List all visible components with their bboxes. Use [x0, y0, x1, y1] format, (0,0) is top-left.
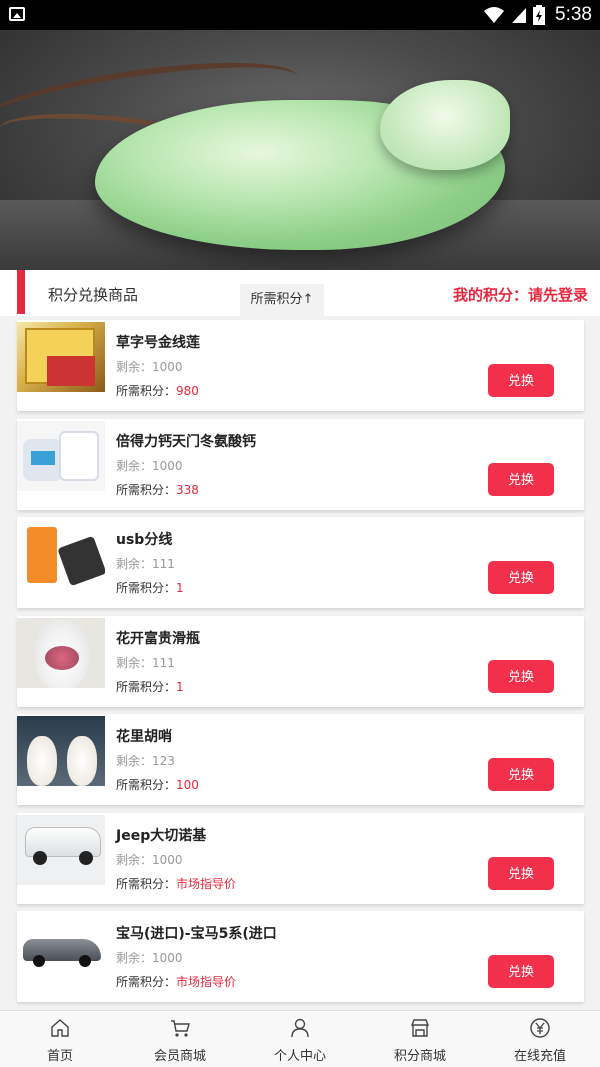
product-thumbnail [17, 913, 105, 983]
product-name: 倍得力钙天门冬氨酸钙 [116, 433, 256, 450]
tab-label: 首页 [46, 1049, 73, 1064]
user-icon [291, 1018, 309, 1038]
redeem-button[interactable]: 兑换 [488, 659, 554, 693]
product-name: 草字号金线莲 [116, 335, 200, 351]
yuan-icon [530, 1018, 550, 1038]
bottom-tab-bar: 首页 会员商城 个人中心 积分商城 在线充值 [0, 1010, 600, 1067]
product-remaining: 剩余：1000 [116, 852, 183, 867]
clock: 5:38 [555, 4, 592, 25]
product-points: 所需积分：338 [116, 482, 199, 497]
system-indicators: 5:38 [483, 0, 592, 30]
list-item[interactable]: 花开富贵滑瓶 剩余：111 所需积分：1 兑换 [17, 615, 584, 707]
tab-label: 积分商城 [393, 1049, 446, 1064]
product-points: 所需积分：1 [116, 581, 184, 595]
product-remaining: 剩余：1000 [116, 951, 183, 965]
list-item[interactable]: 宝马(进口)-宝马5系(进口 剩余：1000 所需积分：市场指导价 兑换 [17, 911, 584, 1002]
tab-label: 在线充值 [513, 1049, 566, 1064]
product-name: usb分线 [116, 532, 173, 548]
tab-label: 会员商城 [153, 1049, 206, 1064]
product-thumbnail [17, 617, 105, 688]
section-title: 积分兑换商品 [48, 286, 139, 304]
redeem-button[interactable]: 兑换 [488, 364, 554, 397]
list-item[interactable]: 草字号金线莲 剩余：1000 所需积分：980 兑换 [17, 320, 584, 411]
list-item[interactable]: 倍得力钙天门冬氨酸钙 剩余：1000 所需积分：338 兑换 [17, 418, 584, 510]
redeem-button[interactable]: 兑换 [488, 758, 554, 791]
tab-label: 个人中心 [273, 1049, 326, 1064]
list-item[interactable]: 花里胡哨 剩余：123 所需积分：100 兑换 [17, 714, 584, 805]
product-remaining: 剩余：111 [116, 655, 175, 670]
banner-image[interactable] [0, 30, 600, 270]
tab-points-mall[interactable]: 积分商城 [360, 1011, 480, 1067]
product-points: 所需积分：市场指导价 [116, 975, 237, 989]
my-points-login-link[interactable]: 我的积分：请先登录 [453, 284, 588, 305]
product-thumbnail [17, 322, 105, 392]
product-points: 所需积分：980 [116, 384, 199, 398]
redeem-button[interactable]: 兑换 [488, 955, 554, 988]
product-thumbnail [17, 420, 105, 491]
product-name: 宝马(进口)-宝马5系(进口 [116, 926, 277, 942]
store-icon [410, 1019, 430, 1037]
tab-home[interactable]: 首页 [0, 1011, 120, 1067]
product-remaining: 剩余：111 [116, 557, 175, 571]
home-icon [51, 1019, 69, 1037]
product-list: 草字号金线莲 剩余：1000 所需积分：980 兑换 倍得力钙天门冬氨酸钙 剩余… [17, 320, 584, 1010]
sort-by-points-button[interactable]: 所需积分↑ [240, 284, 324, 316]
wifi-icon [484, 7, 505, 23]
list-item[interactable]: Jeep大切诺基 剩余：1000 所需积分：市场指导价 兑换 [17, 812, 584, 904]
accent-bar [17, 270, 25, 314]
product-points: 所需积分：100 [116, 778, 199, 792]
product-remaining: 剩余：1000 [116, 458, 183, 473]
list-item[interactable]: usb分线 剩余：111 所需积分：1 兑换 [17, 517, 584, 608]
redeem-button[interactable]: 兑换 [488, 561, 554, 594]
section-header: 积分兑换商品 所需积分↑ 我的积分：请先登录 [0, 270, 600, 316]
redeem-button[interactable]: 兑换 [488, 462, 554, 496]
tab-member-mall[interactable]: 会员商城 [120, 1011, 240, 1067]
status-bar: 5:38 [0, 0, 600, 30]
product-points: 所需积分：1 [116, 679, 184, 694]
cart-icon [171, 1020, 190, 1037]
battery-icon [533, 5, 546, 25]
product-name: 花里胡哨 [116, 729, 172, 745]
product-thumbnail [17, 716, 105, 786]
product-thumbnail [17, 814, 105, 885]
product-remaining: 剩余：123 [116, 754, 175, 768]
tab-personal-center[interactable]: 个人中心 [240, 1011, 360, 1067]
product-points: 所需积分：市场指导价 [116, 876, 237, 891]
tab-online-recharge[interactable]: 在线充值 [480, 1011, 600, 1067]
product-name: 花开富贵滑瓶 [116, 630, 200, 647]
product-name: Jeep大切诺基 [116, 827, 207, 844]
redeem-button[interactable]: 兑换 [488, 856, 554, 890]
signal-icon [512, 8, 527, 23]
image-notification-icon [9, 7, 25, 21]
product-remaining: 剩余：1000 [116, 360, 183, 374]
product-thumbnail [17, 519, 105, 589]
